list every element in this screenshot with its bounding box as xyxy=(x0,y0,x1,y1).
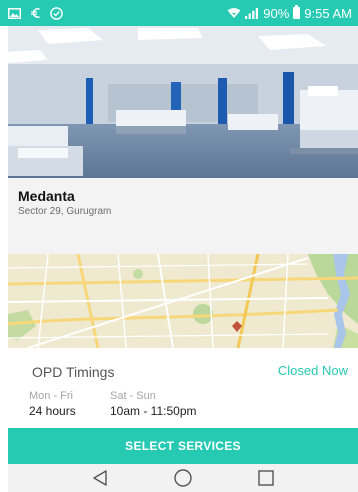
status-bar: 90% 9:55 AM xyxy=(0,0,358,26)
schedule-days-weekend: Sat - Sun xyxy=(110,390,156,402)
location-map[interactable] xyxy=(8,254,358,348)
hospital-name: Medanta xyxy=(18,188,75,204)
hospital-address: Sector 29, Gurugram xyxy=(18,206,112,217)
recents-icon[interactable] xyxy=(254,467,278,489)
system-nav-bar xyxy=(8,464,358,492)
home-icon[interactable] xyxy=(171,467,195,489)
clock: 9:55 AM xyxy=(304,5,352,21)
wifi-icon xyxy=(227,7,241,19)
map-tiles xyxy=(8,254,358,348)
schedule-hours-weekend: 10am - 11:50pm xyxy=(110,404,197,418)
hospital-photo xyxy=(8,26,358,178)
open-status-label: Closed Now xyxy=(277,363,348,378)
image-icon xyxy=(8,7,21,19)
schedule-days-weekday: Mon - Fri xyxy=(29,390,73,402)
select-services-button[interactable]: SELECT SERVICES xyxy=(8,428,358,464)
opd-title: OPD Timings xyxy=(32,364,115,380)
opd-timings-card: OPD Timings Closed Now Mon - Fri 24 hour… xyxy=(8,348,358,428)
hospital-ward-illustration xyxy=(8,26,358,178)
signal-icon xyxy=(245,7,259,19)
status-bar-system: 90% 9:55 AM xyxy=(227,5,352,21)
hospital-info: Medanta Sector 29, Gurugram xyxy=(8,178,358,254)
check-shield-icon xyxy=(50,6,63,20)
schedule-hours-weekday: 24 hours xyxy=(29,404,76,418)
status-bar-notifications xyxy=(8,6,63,20)
battery-icon xyxy=(293,5,301,19)
back-icon[interactable] xyxy=(88,467,112,489)
battery-percent: 90% xyxy=(263,5,290,21)
euro-icon xyxy=(30,7,41,19)
